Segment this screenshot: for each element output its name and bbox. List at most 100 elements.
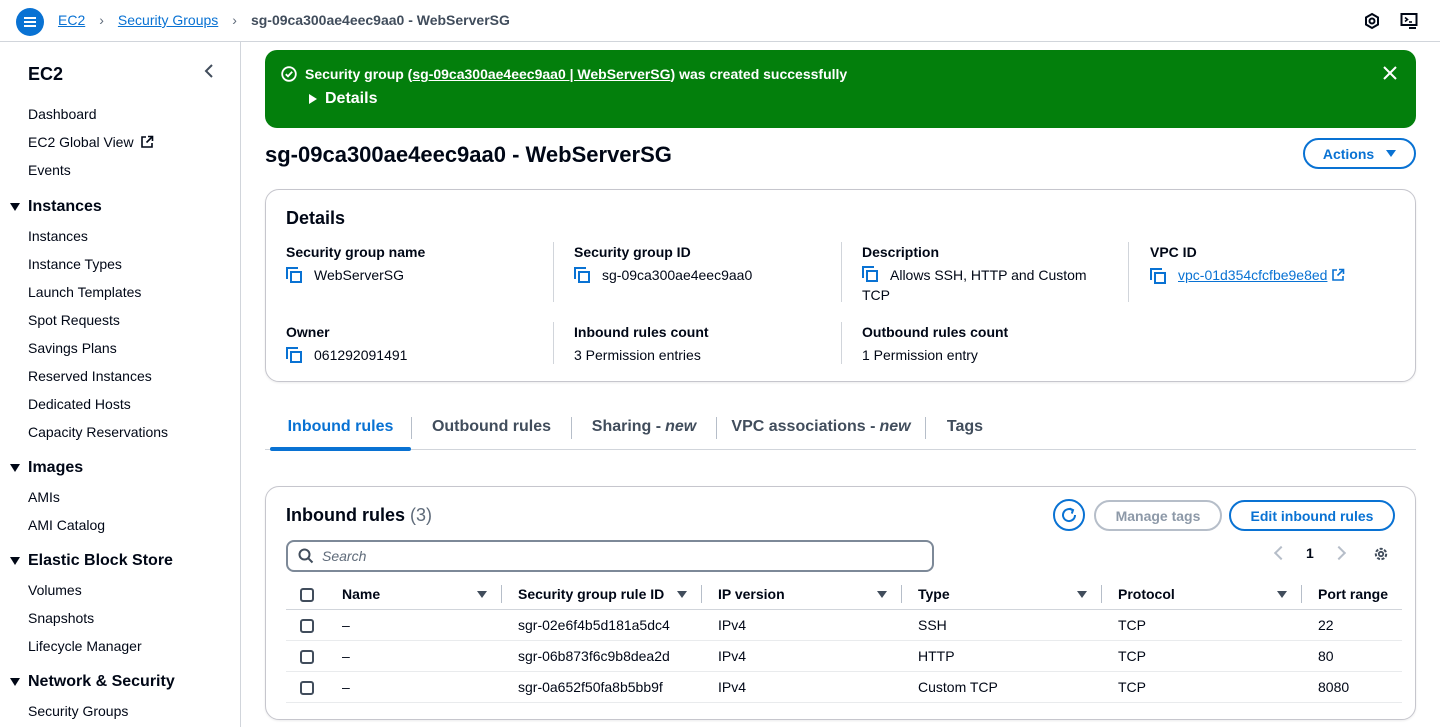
sidebar-item-security-groups[interactable]: Security Groups: [28, 703, 128, 719]
column-header-protocol[interactable]: Protocol: [1102, 579, 1302, 610]
tab-tags[interactable]: Tags: [926, 405, 1004, 449]
cell-rule-id: sgr-0a652f50fa8b5bb9f: [502, 671, 702, 703]
breadcrumb-current: sg-09ca300ae4eec9aa0 - WebServerSG: [250, 12, 510, 28]
page-number[interactable]: 1: [1306, 545, 1314, 561]
flash-details-toggle[interactable]: Details: [309, 90, 377, 108]
detail-label: Security group name: [286, 244, 426, 260]
sidebar-item-dedicated-hosts[interactable]: Dedicated Hosts: [28, 396, 131, 412]
table-row[interactable]: – sgr-0a652f50fa8b5bb9f IPv4 Custom TCP …: [286, 671, 1402, 703]
sidebar-item-launch-templates[interactable]: Launch Templates: [28, 284, 141, 300]
sidebar-item-snapshots[interactable]: Snapshots: [28, 610, 94, 626]
sort-caret-icon: [1277, 590, 1287, 598]
column-header-rule-id[interactable]: Security group rule ID: [502, 579, 702, 610]
tab-vpc-associations[interactable]: VPC associations - new: [717, 405, 925, 449]
tab-new-badge: new: [879, 418, 911, 435]
gear-icon[interactable]: [1372, 545, 1390, 563]
sidebar-item-savings-plans[interactable]: Savings Plans: [28, 340, 117, 356]
select-all-checkbox[interactable]: [300, 588, 314, 603]
cell-ip-version: IPv4: [702, 671, 902, 703]
flash-message-prefix: Security group (: [305, 66, 413, 82]
detail-sg-name: Security group name WebServerSG: [286, 244, 546, 285]
chevron-right-icon: ›: [99, 12, 104, 28]
sidebar-item-capacity-reservations[interactable]: Capacity Reservations: [28, 424, 168, 440]
tab-outbound-rules[interactable]: Outbound rules: [412, 405, 571, 449]
sidebar-item-instance-types[interactable]: Instance Types: [28, 256, 122, 272]
chevron-right-icon[interactable]: [1331, 545, 1346, 561]
tab-label: VPC associations -: [731, 418, 876, 435]
tab-inbound-rules[interactable]: Inbound rules: [270, 405, 411, 451]
copy-icon[interactable]: [286, 267, 302, 283]
sidebar-section-images[interactable]: Images: [10, 459, 83, 477]
row-checkbox[interactable]: [300, 619, 314, 634]
cell-type: Custom TCP: [902, 671, 1102, 703]
breadcrumb-ec2-link[interactable]: EC2: [58, 12, 85, 28]
chevron-left-icon[interactable]: [202, 64, 216, 78]
table-row[interactable]: – sgr-02e6f4b5d181a5dc4 IPv4 SSH TCP 22: [286, 609, 1402, 641]
detail-label: Outbound rules count: [862, 324, 1009, 340]
column-header-type[interactable]: Type: [902, 579, 1102, 610]
sidebar-title: EC2: [28, 64, 64, 84]
column-header-ip-version[interactable]: IP version: [702, 579, 902, 610]
sidebar-item-lifecycle-manager[interactable]: Lifecycle Manager: [28, 638, 142, 654]
sidebar-item-volumes[interactable]: Volumes: [28, 582, 82, 598]
refresh-button[interactable]: [1053, 499, 1085, 531]
sidebar-item-amis[interactable]: AMIs: [28, 489, 60, 505]
close-icon[interactable]: [1383, 66, 1397, 80]
detail-value: 1 Permission entry: [862, 347, 978, 363]
detail-value: WebServerSG: [314, 267, 404, 283]
sidebar-item-global-view[interactable]: EC2 Global View: [28, 134, 154, 150]
select-all-header: [286, 579, 322, 610]
copy-icon[interactable]: [574, 267, 590, 283]
column-label: Protocol: [1118, 586, 1175, 602]
sidebar-item-events[interactable]: Events: [28, 162, 71, 178]
sidebar-section-network-security[interactable]: Network & Security: [10, 673, 175, 691]
detail-inbound-count: Inbound rules count 3 Permission entries: [574, 324, 834, 365]
column-header-name[interactable]: Name: [322, 579, 502, 610]
cell-ip-version: IPv4: [702, 640, 902, 672]
breadcrumb-security-groups-link[interactable]: Security Groups: [118, 12, 218, 28]
sidebar-section-ebs[interactable]: Elastic Block Store: [10, 552, 173, 570]
edit-inbound-rules-button[interactable]: Edit inbound rules: [1229, 500, 1395, 531]
detail-value: 061292091491: [314, 347, 408, 363]
divider: [841, 242, 842, 302]
inbound-rules-table: Name Security group rule ID IP version T…: [286, 579, 1402, 703]
sidebar-item-dashboard[interactable]: Dashboard: [28, 106, 97, 122]
sidebar-item-instances[interactable]: Instances: [28, 228, 88, 244]
detail-label: Inbound rules count: [574, 324, 709, 340]
flash-message-suffix: ) was created successfully: [670, 66, 848, 82]
sidebar-item-spot-requests[interactable]: Spot Requests: [28, 312, 120, 328]
search-box: [286, 540, 934, 572]
copy-icon[interactable]: [286, 347, 302, 363]
details-heading: Details: [286, 208, 346, 228]
chevron-left-icon[interactable]: [1273, 545, 1289, 561]
menu-button[interactable]: [16, 8, 44, 36]
sidebar-item-ami-catalog[interactable]: AMI Catalog: [28, 517, 105, 533]
table-row[interactable]: – sgr-06b873f6c9b8dea2d IPv4 HTTP TCP 80: [286, 640, 1402, 672]
tab-label: Tags: [946, 418, 984, 435]
detail-owner: Owner 061292091491: [286, 324, 546, 365]
column-header-port-range[interactable]: Port range: [1302, 579, 1402, 610]
actions-button[interactable]: Actions: [1303, 138, 1416, 169]
refresh-icon: [1062, 507, 1077, 523]
row-checkbox[interactable]: [300, 681, 314, 696]
row-checkbox[interactable]: [300, 650, 314, 665]
flash-sg-link[interactable]: sg-09ca300ae4eec9aa0 | WebServerSG: [412, 66, 670, 82]
sidebar-section-instances[interactable]: Instances: [10, 198, 102, 216]
cell-protocol: TCP: [1102, 609, 1302, 641]
flash-details-label: Details: [325, 90, 378, 107]
sidebar-item-reserved-instances[interactable]: Reserved Instances: [28, 368, 152, 384]
cloudshell-icon[interactable]: [1400, 12, 1418, 30]
cell-protocol: TCP: [1102, 640, 1302, 672]
cell-rule-id: sgr-06b873f6c9b8dea2d: [502, 640, 702, 672]
sidebar-section-label: Instances: [28, 198, 102, 215]
vpc-id-link[interactable]: vpc-01d354cfcfbe9e8ed: [1178, 265, 1327, 285]
caret-down-icon: [1386, 150, 1397, 157]
success-flash: Security group (sg-09ca300ae4eec9aa0 | W…: [265, 50, 1416, 128]
manage-tags-button[interactable]: Manage tags: [1094, 500, 1222, 531]
copy-icon[interactable]: [1150, 268, 1166, 284]
tab-sharing[interactable]: Sharing - new: [572, 405, 716, 449]
settings-hex-icon[interactable]: [1363, 12, 1381, 30]
copy-icon[interactable]: [862, 266, 878, 282]
search-input[interactable]: [322, 548, 902, 564]
sidebar-section-label: Elastic Block Store: [28, 552, 173, 569]
